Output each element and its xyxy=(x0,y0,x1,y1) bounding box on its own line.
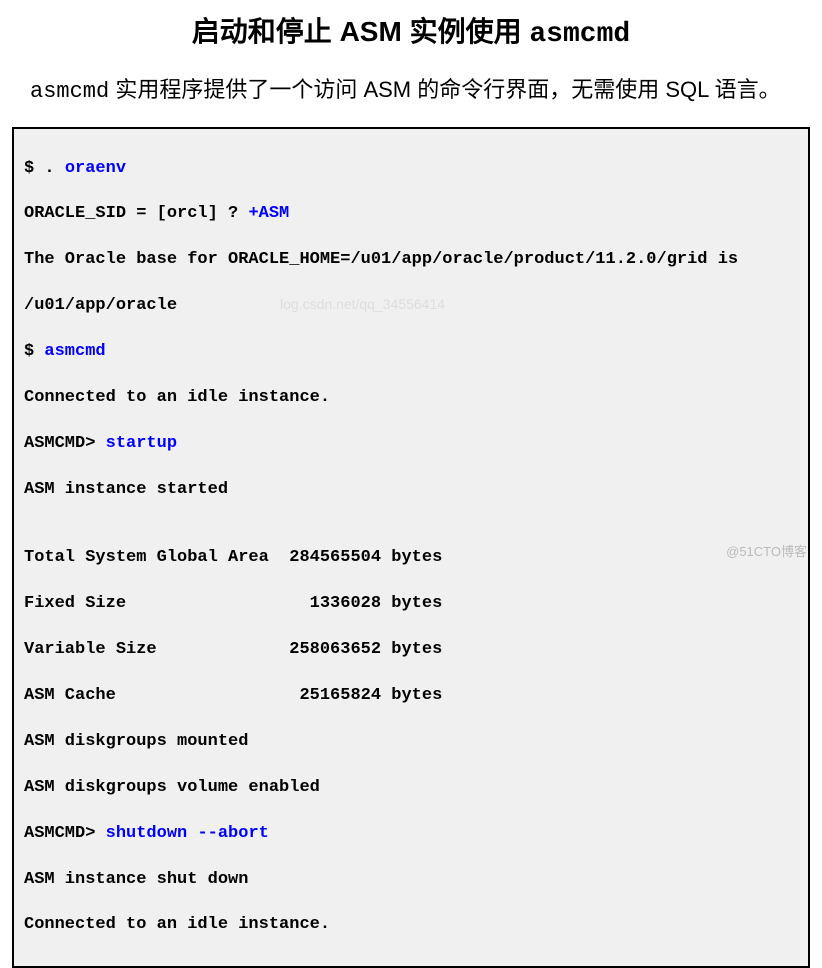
desc-text: 实用程序提供了一个访问 ASM 的命令行界面，无需使用 SQL 语言。 xyxy=(109,77,780,102)
term-line-8: ASM instance started xyxy=(24,479,798,502)
watermark-center: log.csdn.net/qq_34556414 xyxy=(280,296,445,312)
terminal-output: $ . oraenv ORACLE_SID = [orcl] ? +ASM Th… xyxy=(12,127,810,968)
term-line-18: Connected to an idle instance. xyxy=(24,914,798,937)
term-line-1: $ . oraenv xyxy=(24,158,798,181)
term-line-7: ASMCMD> startup xyxy=(24,433,798,456)
term-line-16: ASMCMD> shutdown --abort xyxy=(24,823,798,846)
term-l5b: asmcmd xyxy=(44,342,105,361)
term-line-13: ASM Cache 25165824 bytes xyxy=(24,685,798,708)
term-l16b: shutdown --abort xyxy=(106,824,269,843)
term-line-5: $ asmcmd xyxy=(24,341,798,364)
term-line-15: ASM diskgroups volume enabled xyxy=(24,777,798,800)
term-l7b: startup xyxy=(106,434,177,453)
term-line-10: Total System Global Area 284565504 bytes xyxy=(24,547,798,570)
page-title: 启动和停止 ASM 实例使用 asmcmd xyxy=(0,0,822,70)
title-part4: asmcmd xyxy=(529,19,630,50)
term-l2a: ORACLE_SID = [orcl] ? xyxy=(24,204,248,223)
term-l7a: ASMCMD> xyxy=(24,434,106,453)
description: asmcmd 实用程序提供了一个访问 ASM 的命令行界面，无需使用 SQL 语… xyxy=(0,70,822,127)
term-line-2: ORACLE_SID = [orcl] ? +ASM xyxy=(24,203,798,226)
term-line-3: The Oracle base for ORACLE_HOME=/u01/app… xyxy=(24,249,798,272)
term-line-6: Connected to an idle instance. xyxy=(24,387,798,410)
term-l5a: $ xyxy=(24,342,44,361)
term-l16a: ASMCMD> xyxy=(24,824,106,843)
desc-cmd: asmcmd xyxy=(30,79,109,104)
term-l1b: oraenv xyxy=(65,159,126,178)
term-line-11: Fixed Size 1336028 bytes xyxy=(24,593,798,616)
term-line-17: ASM instance shut down xyxy=(24,869,798,892)
term-line-14: ASM diskgroups mounted xyxy=(24,731,798,754)
term-line-12: Variable Size 258063652 bytes xyxy=(24,639,798,662)
title-part3: 实例使用 xyxy=(402,16,530,47)
watermark-corner: @51CTO博客 xyxy=(726,541,807,560)
title-part1: 启动和停止 xyxy=(192,16,340,47)
title-part2: ASM xyxy=(340,16,402,47)
term-l1a: $ . xyxy=(24,159,65,178)
term-l2b: +ASM xyxy=(248,204,289,223)
